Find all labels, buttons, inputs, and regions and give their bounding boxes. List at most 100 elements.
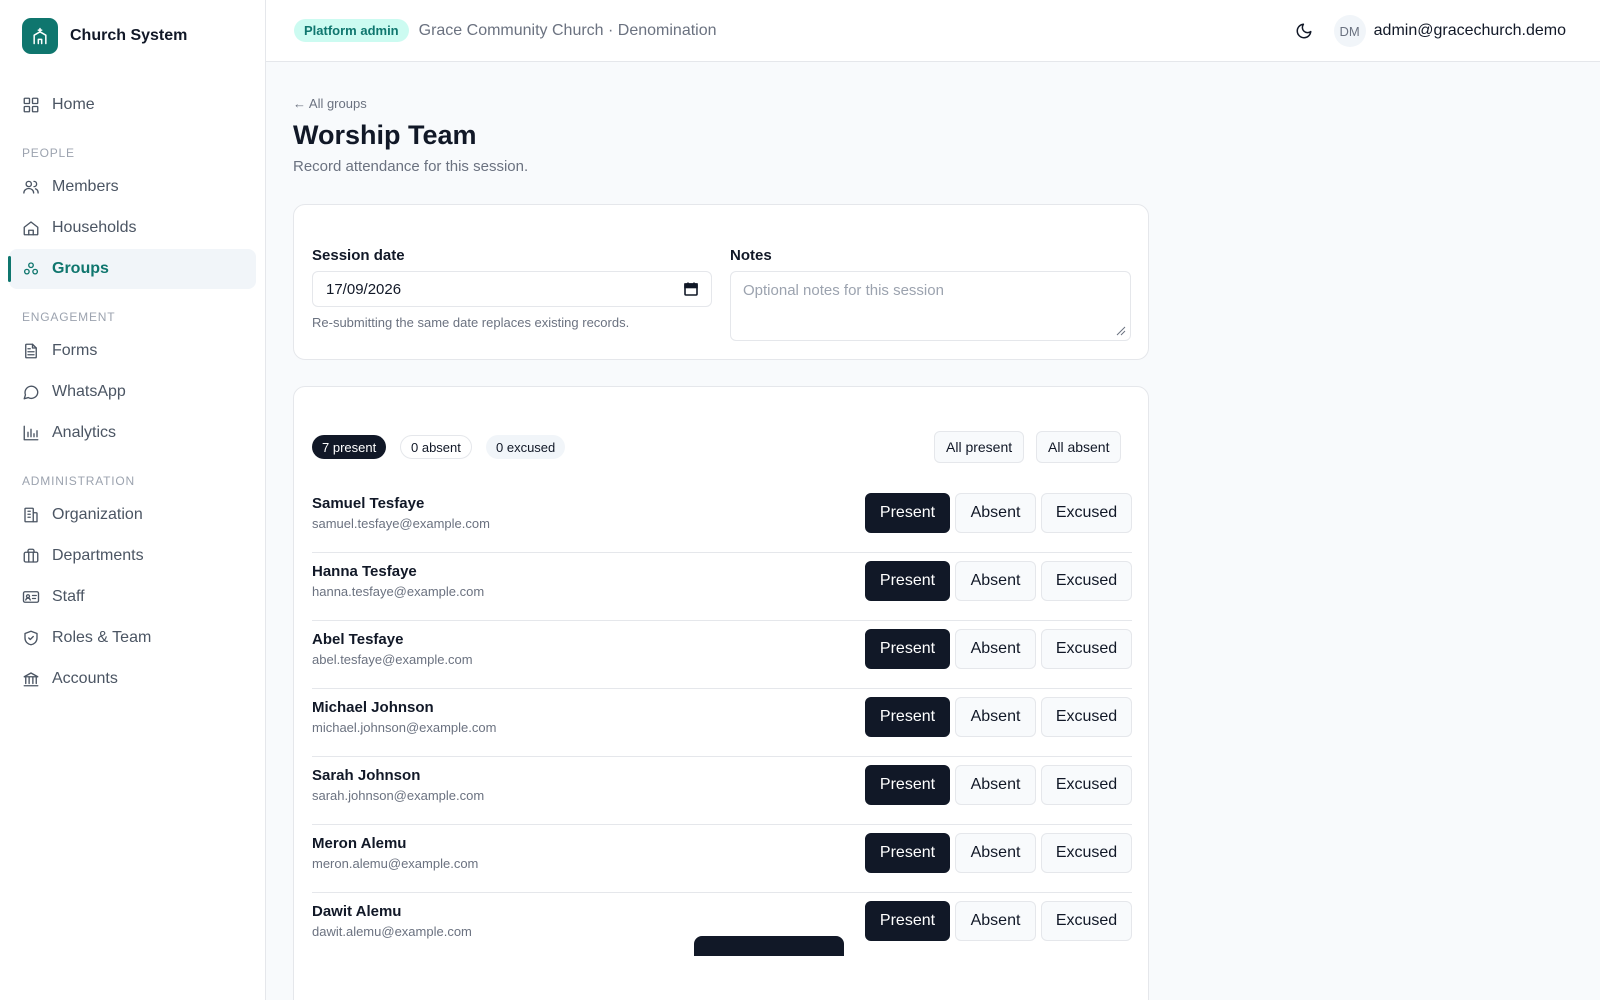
- mark-all-absent-button[interactable]: All absent: [1036, 431, 1122, 463]
- user-email[interactable]: admin@gracechurch.demo: [1374, 22, 1566, 40]
- attendance-row: Abel Tesfaye abel.tesfaye@example.com Pres…: [312, 621, 1132, 689]
- attendance-list: Samuel Tesfaye samuel.tesfaye@example.com…: [312, 485, 1132, 961]
- church-icon: [22, 18, 58, 54]
- member-email: hanna.tesfaye@example.com: [312, 584, 485, 599]
- member-email: abel.tesfaye@example.com: [312, 652, 473, 667]
- absent-button[interactable]: Absent: [955, 833, 1036, 873]
- attendance-row: Hanna Tesfaye hanna.tesfaye@example.com Pr…: [312, 553, 1132, 621]
- session-date-hint: Re-submitting the same date replaces exi…: [312, 315, 630, 330]
- theme-toggle-button[interactable]: [1288, 15, 1320, 47]
- sidebar-item-households[interactable]: Households: [9, 208, 256, 248]
- present-button[interactable]: Present: [865, 765, 950, 805]
- absent-button[interactable]: Absent: [955, 697, 1036, 737]
- member-email: samuel.tesfaye@example.com: [312, 516, 490, 531]
- users-icon: [22, 178, 40, 196]
- resize-handle-icon[interactable]: [1116, 326, 1126, 336]
- present-button[interactable]: Present: [865, 493, 950, 533]
- absent-button[interactable]: Absent: [955, 901, 1036, 941]
- sidebar-item-label: Departments: [52, 547, 144, 564]
- page-subtitle: Record attendance for this session.: [293, 158, 529, 175]
- present-button[interactable]: Present: [865, 629, 950, 669]
- session-date-value: 17/09/2026: [326, 280, 402, 298]
- notes-textarea[interactable]: Optional notes for this session: [730, 271, 1131, 341]
- sidebar-item-accounts[interactable]: Accounts: [9, 659, 256, 699]
- sidebar-item-organization[interactable]: Organization: [9, 495, 256, 535]
- present-button[interactable]: Present: [865, 561, 950, 601]
- member-name: Sarah Johnson: [312, 767, 421, 784]
- member-email: dawit.alemu@example.com: [312, 924, 472, 939]
- save-attendance-button[interactable]: [694, 936, 844, 956]
- top-bar: Platform admin Grace Community Church · …: [266, 0, 1600, 62]
- sidebar-item-label: Households: [52, 219, 137, 236]
- page-title: Worship Team: [293, 120, 477, 150]
- present-button[interactable]: Present: [865, 697, 950, 737]
- excused-button[interactable]: Excused: [1041, 561, 1132, 601]
- excused-button[interactable]: Excused: [1041, 833, 1132, 873]
- groups-icon: [22, 260, 40, 278]
- absent-button[interactable]: Absent: [955, 493, 1036, 533]
- sidebar-item-label: Accounts: [52, 670, 118, 687]
- sidebar-section-label: ENGAGEMENT: [22, 310, 116, 324]
- briefcase-icon: [22, 547, 40, 565]
- chat-icon: [22, 383, 40, 401]
- absent-button[interactable]: Absent: [955, 561, 1036, 601]
- sidebar-item-label: WhatsApp: [52, 383, 126, 400]
- session-date-input[interactable]: 17/09/2026: [312, 271, 712, 307]
- house-icon: [22, 219, 40, 237]
- platform-admin-badge: Platform admin: [294, 19, 409, 42]
- building-icon: [22, 506, 40, 524]
- sidebar-item-label: Home: [52, 96, 95, 113]
- member-email: michael.johnson@example.com: [312, 720, 497, 735]
- sidebar-section-label: ADMINISTRATION: [22, 474, 135, 488]
- member-name: Meron Alemu: [312, 835, 407, 852]
- sidebar-item-whatsapp[interactable]: WhatsApp: [9, 372, 256, 412]
- mark-all-present-button[interactable]: All present: [934, 431, 1025, 463]
- sidebar-item-label: Organization: [52, 506, 143, 523]
- member-name: Dawit Alemu: [312, 903, 402, 920]
- sidebar-section-label: PEOPLE: [22, 146, 75, 160]
- attendance-card: 7 present 0 absent 0 excused All present…: [293, 386, 1149, 1000]
- member-email: meron.alemu@example.com: [312, 856, 479, 871]
- sidebar-item-departments[interactable]: Departments: [9, 536, 256, 576]
- bar-chart-icon: [22, 424, 40, 442]
- sidebar-item-staff[interactable]: Staff: [9, 577, 256, 617]
- excused-button[interactable]: Excused: [1041, 901, 1132, 941]
- excused-button[interactable]: Excused: [1041, 765, 1132, 805]
- sidebar-item-label: Staff: [52, 588, 85, 605]
- sidebar-item-members[interactable]: Members: [9, 167, 256, 207]
- moon-icon: [1296, 23, 1312, 39]
- avatar[interactable]: DM: [1333, 15, 1366, 47]
- present-count-badge: 7 present: [312, 435, 387, 459]
- sidebar-item-label: Groups: [52, 260, 109, 277]
- session-card: Session date 17/09/2026 Re-submitting th…: [293, 204, 1149, 360]
- session-date-label: Session date: [312, 247, 405, 264]
- member-name: Abel Tesfaye: [312, 631, 404, 648]
- member-email: sarah.johnson@example.com: [312, 788, 485, 803]
- shield-icon: [22, 629, 40, 647]
- back-to-groups-link[interactable]: ← All groups: [293, 96, 367, 111]
- sidebar-item-home[interactable]: Home: [9, 85, 256, 125]
- member-name: Samuel Tesfaye: [312, 495, 425, 512]
- notes-placeholder: Optional notes for this session: [743, 282, 944, 299]
- sidebar-item-roles-team[interactable]: Roles & Team: [9, 618, 256, 658]
- calendar-icon[interactable]: [683, 281, 699, 297]
- excused-count-badge: 0 excused: [486, 435, 566, 459]
- attendance-row: Michael Johnson michael.johnson@example.c…: [312, 689, 1132, 757]
- present-button[interactable]: Present: [865, 901, 950, 941]
- grid-icon: [22, 96, 40, 114]
- member-name: Michael Johnson: [312, 699, 434, 716]
- attendance-row: Meron Alemu meron.alemu@example.com Presen…: [312, 825, 1132, 893]
- present-button[interactable]: Present: [865, 833, 950, 873]
- sidebar-item-forms[interactable]: Forms: [9, 331, 256, 371]
- sidebar-item-groups[interactable]: Groups: [8, 249, 256, 289]
- absent-button[interactable]: Absent: [955, 629, 1036, 669]
- absent-button[interactable]: Absent: [955, 765, 1036, 805]
- sidebar-item-analytics[interactable]: Analytics: [9, 413, 256, 453]
- organization-label: Grace Community Church · Denomination: [418, 21, 717, 39]
- excused-button[interactable]: Excused: [1041, 629, 1132, 669]
- excused-button[interactable]: Excused: [1041, 493, 1132, 533]
- sidebar-nav: Home PEOPLE Members Households Groups ENGAGEM…: [0, 84, 265, 700]
- brand[interactable]: Church System: [22, 18, 187, 54]
- excused-button[interactable]: Excused: [1041, 697, 1132, 737]
- document-icon: [22, 342, 40, 360]
